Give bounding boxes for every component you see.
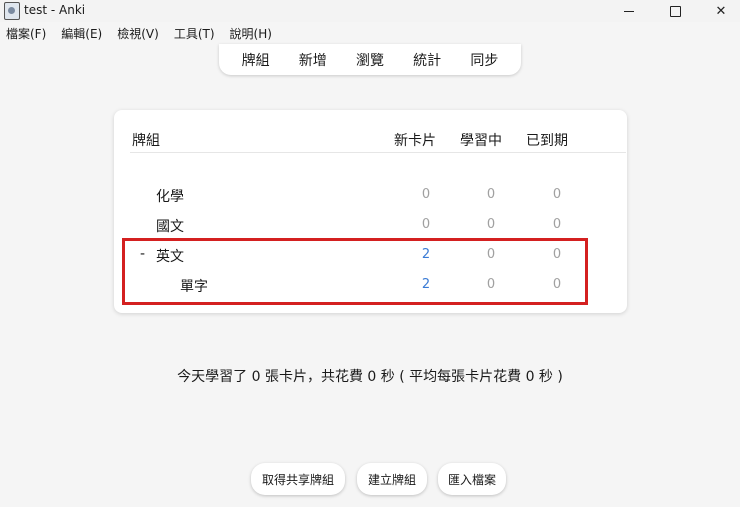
header-divider <box>130 152 626 153</box>
deck-row-learn-count: 0 <box>486 217 496 232</box>
minimize-icon <box>624 10 634 12</box>
deck-row-learn-count: 0 <box>486 187 496 202</box>
today-stats-text: 今天學習了 0 張卡片，共花費 0 秒 ( 平均每張卡片花費 0 秒 ) <box>177 369 563 385</box>
main-toolbar: 牌組 新增 瀏覽 統計 同步 <box>219 44 521 75</box>
highlight-box <box>122 238 588 305</box>
title-bar: test - Anki ✕ <box>0 0 740 22</box>
toolbar-browse[interactable]: 瀏覽 <box>356 50 384 70</box>
window-title: test - Anki <box>24 3 86 17</box>
menu-bar: 檔案(F) 編輯(E) 檢視(V) 工具(T) 說明(H) <box>0 22 740 44</box>
deck-row-name[interactable]: 化學 <box>156 186 184 206</box>
header-due: 已到期 <box>526 133 568 149</box>
menu-tools[interactable]: 工具(T) <box>174 25 215 42</box>
header-learn: 學習中 <box>460 133 502 149</box>
deck-row-due-count: 0 <box>552 187 562 202</box>
toolbar-stats[interactable]: 統計 <box>413 50 441 70</box>
menu-view[interactable]: 檢視(V) <box>117 25 159 42</box>
anki-app-icon <box>4 2 20 20</box>
maximize-icon <box>669 5 681 17</box>
header-new: 新卡片 <box>394 133 436 149</box>
minimize-button[interactable] <box>606 0 652 22</box>
close-button[interactable]: ✕ <box>698 0 740 22</box>
menu-help[interactable]: 說明(H) <box>230 25 272 42</box>
import-file-button[interactable]: 匯入檔案 <box>438 463 506 495</box>
deck-row-name[interactable]: 國文 <box>156 216 184 236</box>
create-deck-button[interactable]: 建立牌組 <box>357 463 427 495</box>
close-icon: ✕ <box>715 3 727 19</box>
toolbar-decks[interactable]: 牌組 <box>242 50 270 70</box>
deck-row-due-count: 0 <box>552 217 562 232</box>
get-shared-decks-button[interactable]: 取得共享牌組 <box>251 463 345 495</box>
toolbar-sync[interactable]: 同步 <box>470 50 498 70</box>
deck-row-new-count: 0 <box>421 187 431 202</box>
toolbar-add[interactable]: 新增 <box>299 50 327 70</box>
header-deck: 牌組 <box>132 133 160 149</box>
menu-file[interactable]: 檔案(F) <box>6 25 46 42</box>
menu-edit[interactable]: 編輯(E) <box>61 25 102 42</box>
maximize-button[interactable] <box>652 0 698 22</box>
deck-row-new-count: 0 <box>421 217 431 232</box>
